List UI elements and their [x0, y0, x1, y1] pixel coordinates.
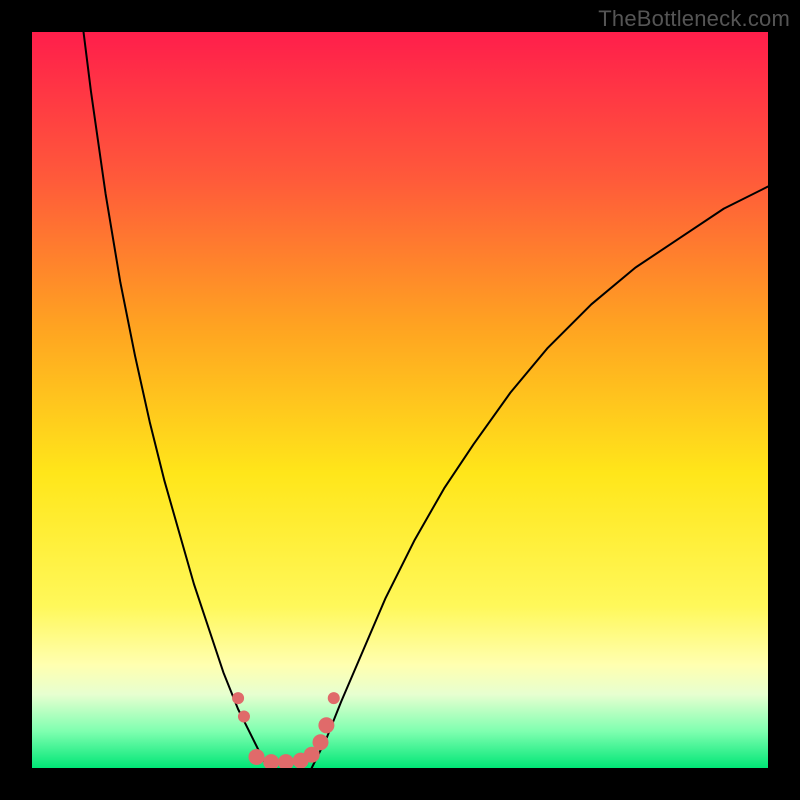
- marker-dot: [313, 734, 329, 750]
- series-curve-right: [312, 187, 768, 768]
- marker-dot: [238, 710, 250, 722]
- marker-dot: [278, 754, 294, 768]
- outer-frame: TheBottleneck.com: [0, 0, 800, 800]
- marker-dot: [232, 692, 244, 704]
- marker-dot: [318, 717, 334, 733]
- marker-dot: [263, 754, 279, 768]
- chart-svg: [32, 32, 768, 768]
- marker-dot: [248, 749, 264, 765]
- watermark-text: TheBottleneck.com: [598, 6, 790, 32]
- series-curve-left: [84, 32, 268, 768]
- marker-dot: [328, 692, 340, 704]
- plot-area: [32, 32, 768, 768]
